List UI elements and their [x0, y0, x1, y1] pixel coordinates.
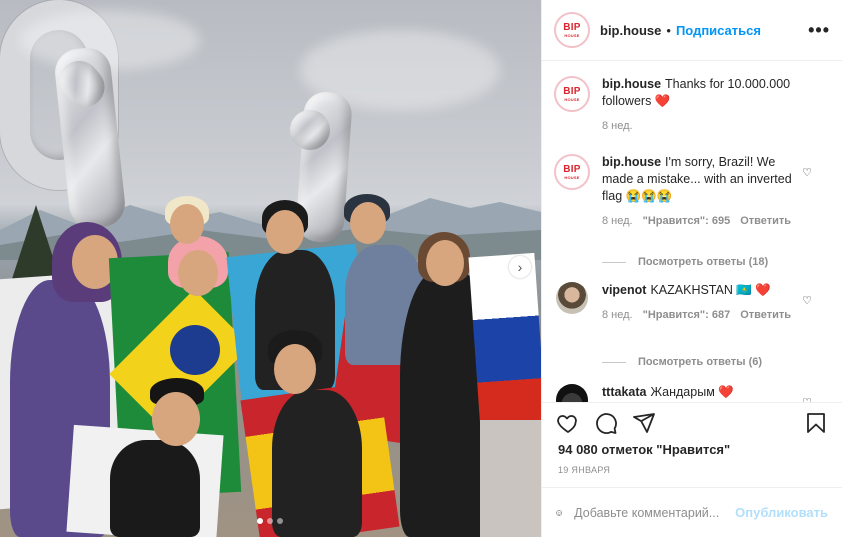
- avatar[interactable]: BIP HOUSE: [554, 12, 590, 48]
- face: [152, 392, 200, 446]
- bookmark-icon: [807, 412, 825, 433]
- view-replies-button[interactable]: Посмотреть ответы (18): [602, 248, 830, 276]
- comment-time[interactable]: 8 нед.: [602, 120, 633, 132]
- comment-likes[interactable]: "Нравится": 687: [643, 309, 731, 321]
- divider: [602, 261, 626, 263]
- comment-button[interactable]: [594, 411, 618, 435]
- carousel-dot: [257, 518, 263, 524]
- next-slide-button[interactable]: ›: [509, 256, 531, 278]
- post-sidebar: BIP HOUSE bip.house • Подписаться ••• BI…: [541, 0, 842, 537]
- carousel-dots: [257, 518, 283, 524]
- comment-username[interactable]: bip.house: [602, 77, 661, 91]
- face: [170, 204, 204, 244]
- publish-button[interactable]: Опубликовать: [735, 505, 828, 520]
- logo-text: BIP: [563, 163, 581, 175]
- share-icon: [633, 412, 655, 433]
- comment-time[interactable]: 8 нед.: [602, 215, 633, 227]
- avatar[interactable]: [556, 282, 588, 314]
- comment: BIP HOUSE bip.house I'm sorry, Brazil! We…: [554, 154, 830, 248]
- bip-house-logo: BIP HOUSE: [558, 80, 586, 108]
- logo-subtext: HOUSE: [564, 174, 580, 180]
- comment-likes[interactable]: "Нравится": 695: [643, 215, 731, 227]
- caption: BIP HOUSE bip.house Thanks for 10.000.000…: [554, 76, 830, 154]
- heart-icon: [557, 414, 577, 433]
- balloon-m: [290, 110, 330, 150]
- action-bar: [542, 402, 842, 442]
- post-header: BIP HOUSE bip.house • Подписаться •••: [542, 0, 842, 61]
- comments-list[interactable]: BIP HOUSE bip.house Thanks for 10.000.000…: [542, 62, 842, 402]
- face: [350, 202, 386, 244]
- russia-flag: [468, 252, 541, 448]
- view-replies-label: Посмотреть ответы (18): [638, 256, 769, 268]
- avatar[interactable]: [556, 384, 588, 402]
- bip-house-logo: BIP HOUSE: [558, 158, 586, 186]
- divider: [602, 361, 626, 363]
- face: [178, 250, 218, 296]
- bip-house-logo: BIP HOUSE: [558, 16, 586, 44]
- logo-subtext: HOUSE: [564, 96, 580, 102]
- share-button[interactable]: [632, 411, 656, 435]
- comment-text: KAZAKHSTAN 🇰🇿 ❤️: [650, 283, 771, 297]
- logo-text: BIP: [563, 85, 581, 97]
- face: [274, 344, 316, 394]
- emoji-icon[interactable]: [556, 501, 562, 525]
- likes-count[interactable]: 94 080 отметок "Нравится": [558, 442, 730, 457]
- view-replies-label: Посмотреть ответы (6): [638, 356, 763, 368]
- logo-subtext: HOUSE: [564, 32, 580, 38]
- post-photo[interactable]: ›: [0, 0, 541, 537]
- reply-button[interactable]: Ответить: [740, 215, 791, 227]
- like-button[interactable]: [556, 411, 580, 435]
- comment-username[interactable]: tttakata: [602, 385, 646, 399]
- comment-time[interactable]: 8 нед.: [602, 309, 633, 321]
- heart-icon[interactable]: ♡: [802, 294, 812, 307]
- face: [266, 210, 304, 254]
- avatar[interactable]: BIP HOUSE: [554, 154, 590, 190]
- comment: tttakataЖандарым ❤️ ♡: [554, 384, 830, 402]
- view-replies-button[interactable]: Посмотреть ответы (6): [602, 348, 830, 376]
- face: [426, 240, 464, 286]
- add-comment-bar: Опубликовать: [542, 487, 842, 537]
- carousel-dot: [267, 518, 273, 524]
- brazil-flag-circle: [170, 325, 220, 375]
- comment-text: Жандарым ❤️: [650, 385, 734, 399]
- chevron-right-icon: ›: [517, 259, 523, 275]
- comment-icon: [596, 412, 617, 434]
- separator-dot: •: [666, 22, 671, 38]
- comment-username[interactable]: vipenot: [602, 283, 646, 297]
- avatar[interactable]: BIP HOUSE: [554, 76, 590, 112]
- person-beanie: [110, 440, 200, 537]
- reply-button[interactable]: Ответить: [740, 309, 791, 321]
- save-button[interactable]: [804, 411, 828, 435]
- comment-input[interactable]: [574, 505, 736, 520]
- person-spain: [272, 390, 362, 537]
- railing: [480, 420, 541, 537]
- comment: vipenot KAZAKHSTAN 🇰🇿 ❤️ 8 нед. "Нравится…: [554, 282, 830, 344]
- carousel-dot: [277, 518, 283, 524]
- post-dialog: › BIP HOUSE bip.house • Подписаться •••: [0, 0, 842, 537]
- header-username[interactable]: bip.house: [600, 23, 661, 38]
- logo-text: BIP: [563, 21, 581, 33]
- follow-button[interactable]: Подписаться: [676, 23, 761, 38]
- heart-icon[interactable]: ♡: [802, 166, 812, 179]
- post-date[interactable]: 19 ЯНВАРЯ: [558, 465, 610, 475]
- more-options-button[interactable]: •••: [808, 21, 830, 39]
- cloud: [20, 10, 200, 70]
- comment-username[interactable]: bip.house: [602, 155, 661, 169]
